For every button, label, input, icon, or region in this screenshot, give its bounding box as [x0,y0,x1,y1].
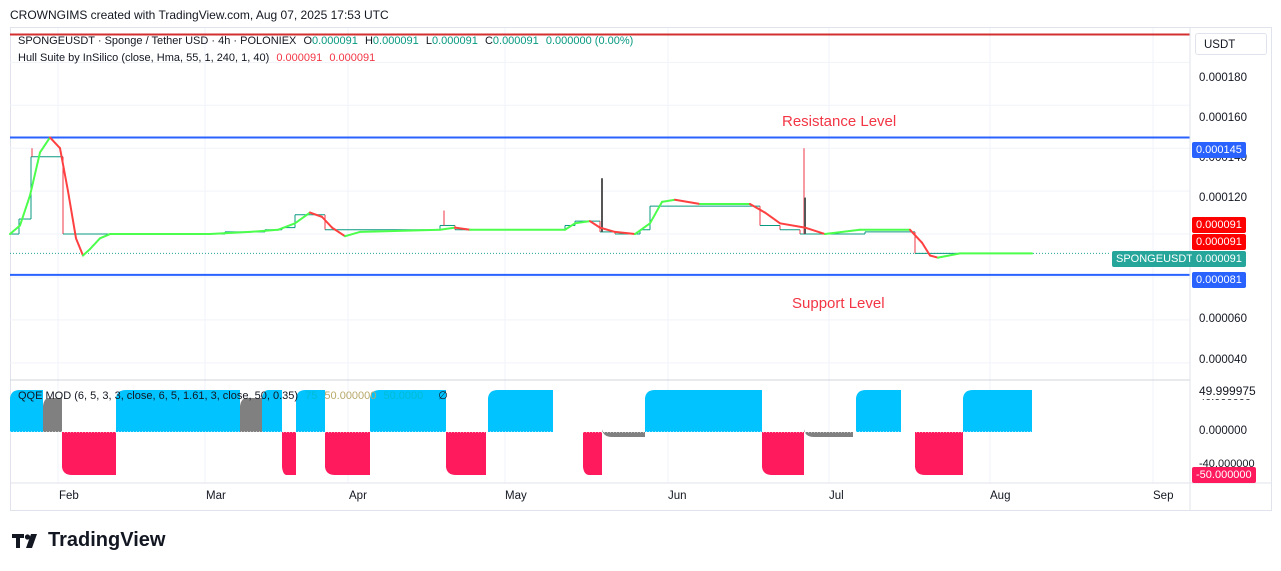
hull-segment [249,228,279,233]
qqe-value-3: 50.0000 [383,390,424,402]
open-value: 0.000091 [312,35,358,47]
indicator-legend[interactable]: Hull Suite by InSilico (close, Hma, 55, … [18,52,375,64]
qqe-bottom-tag: -50.000000 [1192,467,1256,483]
x-tick: Sep [1153,490,1174,502]
change-value: 0.000000 (0.00%) [545,35,634,47]
hull-segment [294,211,311,225]
qqe-bar-block [446,432,486,475]
qqe-title: QQE MOD (6, 5, 3, 3, close, 6, 5, 1.61, … [18,390,299,402]
price-steps [10,148,1032,254]
qqe-value-4: ∅ [438,390,448,402]
x-tick: Aug [990,490,1011,502]
qqe-value-1: 75 [305,390,318,402]
y-tick: 0.000120 [1199,192,1247,204]
hull-segment [634,222,651,236]
qqe-bar-block [762,432,804,475]
hull-segment [764,211,781,225]
qqe-bar-block [602,429,645,437]
hull-price-tag-1: 0.000091 [1192,217,1246,233]
close-value: 0.000091 [492,35,539,47]
hull-segment [19,194,31,227]
hull-segment [661,198,676,203]
hull-segment [937,252,961,259]
tradingview-logo[interactable]: TradingView [12,529,165,552]
close-label: C [484,35,493,47]
qqe-bar-block [488,390,553,432]
hull-segment [89,237,101,251]
high-value: 0.000091 [372,35,419,47]
x-tick: Feb [59,490,79,502]
y-tick: 0.000060 [1199,313,1247,325]
y-tick: 0.000180 [1199,72,1247,84]
high-label: H [364,35,373,47]
hull-segment [909,228,923,244]
hull-line [9,136,1033,259]
hull-segment [649,200,663,225]
support-price-tag: 0.000081 [1192,272,1246,288]
hull-segment [321,215,333,229]
hull-segment [824,228,861,236]
x-tick: Mar [206,490,226,502]
qqe-y-tick: 0.000000 [1199,425,1247,437]
qqe-legend[interactable]: QQE MOD (6, 5, 3, 3, close, 6, 5, 1.61, … [18,389,448,402]
hull-segment [564,222,576,231]
hull-segment [39,136,51,154]
qqe-bar-block [645,390,762,432]
y-tick: 0.000160 [1199,112,1247,124]
symbol-legend[interactable]: SPONGEUSDT · Sponge / Tether USD · 4h · … [18,35,633,47]
qqe-bar-block [325,432,370,475]
hull-segment [439,226,456,231]
x-tick: May [505,490,527,502]
qqe-bar-block [43,398,62,432]
resistance-price-tag: 0.000145 [1192,142,1246,158]
brand-name: TradingView [48,529,166,551]
currency-unit-button[interactable]: USDT [1195,33,1267,55]
hull-segment [67,190,77,240]
tradingview-logo-icon [12,533,37,548]
qqe-bar-block [240,398,262,432]
resistance-annotation[interactable]: Resistance Level [782,113,896,130]
qqe-top-tag: 49.999975 [1195,383,1260,399]
low-value: 0.000091 [431,35,478,47]
x-tick: Apr [349,490,367,502]
qqe-bar-block [62,432,116,475]
hull-segment [331,226,346,238]
qqe-bar-block [915,432,963,475]
hull-segment [749,203,766,214]
qqe-bar-block [583,432,602,475]
indicator-value-1: 0.000091 [276,52,323,64]
qqe-bar-block [282,432,296,475]
hull-price-tag-2: 0.000091 [1192,234,1246,250]
hull-segment [82,248,91,257]
hull-segment [674,198,701,205]
qqe-bar-block [963,390,1032,432]
support-annotation[interactable]: Support Level [792,295,885,312]
hull-segment [804,226,826,236]
x-tick: Jun [668,490,687,502]
last-price-tag: 0.000091 [1192,251,1246,267]
qqe-value-2: 50.000000 [324,390,377,402]
indicator-title: Hull Suite by InSilico (close, Hma, 55, … [18,52,270,64]
hull-segment [99,233,111,240]
indicator-value-2: 0.000091 [329,52,376,64]
qqe-histogram [10,390,1032,475]
qqe-bar-block [856,390,901,432]
hull-segment [59,147,69,193]
symbol-name-tag: SPONGEUSDT [1112,251,1198,267]
hull-segment [779,222,806,229]
symbol-title: SPONGEUSDT · Sponge / Tether USD · 4h · … [18,35,297,47]
hull-segment [929,254,939,259]
y-tick: 0.000040 [1199,354,1247,366]
x-tick: Jul [829,490,844,502]
open-label: O [303,35,312,47]
chart-canvas[interactable] [0,0,1281,571]
hull-segment [277,222,296,231]
horizontal-levels [10,33,1190,276]
hull-segment [589,220,601,229]
